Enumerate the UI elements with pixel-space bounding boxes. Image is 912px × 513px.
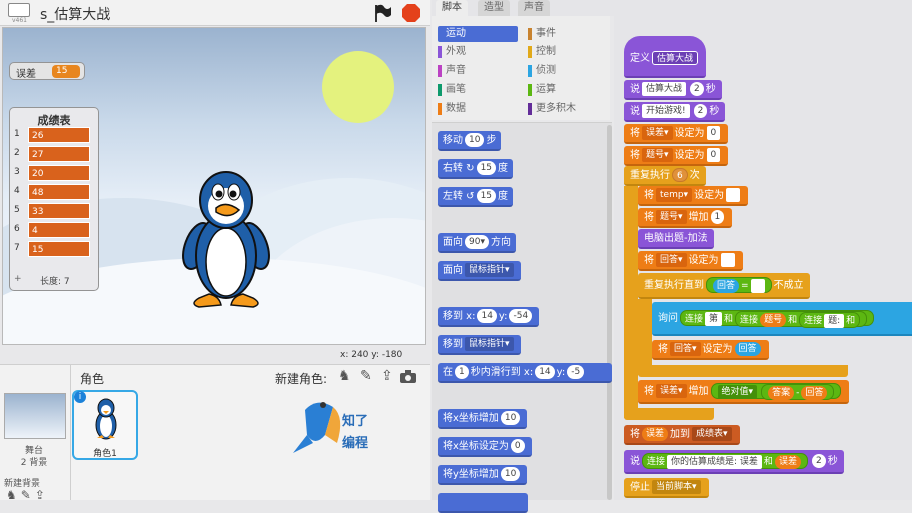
- list-item[interactable]: 48: [28, 184, 90, 200]
- list-index: 1: [14, 129, 20, 139]
- new-sprite-label: 新建角色:: [275, 372, 328, 386]
- list-item[interactable]: 4: [28, 222, 90, 238]
- block-set-variable[interactable]: 将误差▾ 设定为 0: [624, 124, 729, 144]
- block-change-y[interactable]: 将y坐标增加 10: [438, 465, 528, 485]
- list-index: 2: [14, 148, 20, 158]
- stage-thumbnail[interactable]: [4, 393, 66, 439]
- choose-sprite-icon[interactable]: ♞: [338, 368, 351, 384]
- list-index: 6: [14, 224, 20, 234]
- category-control[interactable]: 控制: [528, 44, 598, 60]
- block-point-direction[interactable]: 面向 90▾ 方向: [438, 233, 516, 253]
- block-change-variable[interactable]: 将题号▾ 增加 1: [638, 208, 733, 228]
- list-add-button[interactable]: +: [14, 274, 22, 284]
- block-set-variable[interactable]: 将回答▾ 设定为: [638, 251, 743, 271]
- tab-costumes[interactable]: 造型: [478, 0, 510, 16]
- block-glide[interactable]: 在 1 秒内滑行到 x: 14 y: -5: [438, 363, 612, 383]
- category-data[interactable]: 数据: [438, 101, 518, 117]
- variable-monitor-error[interactable]: 误差 15: [9, 62, 85, 80]
- block-set-variable[interactable]: 将题号▾ 设定为 0: [624, 146, 729, 166]
- block-change-x[interactable]: 将x坐标增加 10: [438, 409, 528, 429]
- upload-sprite-icon[interactable]: ⇪: [381, 368, 393, 384]
- category-panel: 运动 事件 外观 控制 声音 侦测 画笔 运算 数据 更多积木: [432, 16, 610, 120]
- backdrop-count: 2 背景: [20, 458, 48, 468]
- category-events[interactable]: 事件: [528, 26, 598, 42]
- block-set-variable[interactable]: 将 temp▾ 设定为: [638, 186, 749, 206]
- block-repeat-until[interactable]: 重复执行直到 回答 = 不成立: [638, 273, 810, 299]
- list-item[interactable]: 33: [28, 203, 90, 219]
- logo-text: 知了: [342, 414, 369, 429]
- camera-icon[interactable]: [399, 370, 417, 384]
- block-goto[interactable]: 移到 鼠标指针▾: [438, 335, 521, 355]
- repeat-foot: [624, 408, 714, 420]
- list-index: 4: [14, 186, 20, 196]
- repeat-arm: [624, 186, 638, 418]
- fullscreen-icon[interactable]: [8, 3, 30, 17]
- block-custom-call[interactable]: 电脑出题-加法: [638, 229, 714, 249]
- repeat-until-foot: [638, 365, 848, 377]
- stage-canvas[interactable]: 误差 15 成绩表 1 26 2 27 3 20 4 48 5 33 6 4 7…: [2, 27, 426, 345]
- category-looks[interactable]: 外观: [438, 44, 518, 60]
- block-set-variable[interactable]: 将回答▾ 设定为 回答: [652, 340, 769, 360]
- list-title: 成绩表: [37, 114, 71, 127]
- stop-icon[interactable]: [401, 3, 421, 23]
- block-say-secs[interactable]: 说估算大战 2 秒: [624, 80, 722, 100]
- block-define[interactable]: 定义 估算大战: [624, 36, 707, 78]
- list-index: 7: [14, 243, 20, 253]
- list-item[interactable]: 20: [28, 165, 90, 181]
- repeat-until-arm: [638, 299, 652, 375]
- green-flag-icon[interactable]: [372, 3, 392, 23]
- logo-text: 编程: [342, 436, 369, 451]
- monitor-value: 15: [52, 65, 80, 78]
- list-length: 长度: 7: [40, 277, 70, 287]
- block-say-secs[interactable]: 说开始游戏! 2 秒: [624, 102, 726, 122]
- list-item[interactable]: 27: [28, 146, 90, 162]
- penguin-sprite[interactable]: [181, 164, 271, 310]
- block-goto-xy[interactable]: 移到 x: 14 y: -54: [438, 307, 540, 327]
- list-item[interactable]: 15: [28, 241, 90, 257]
- sprite-name: 角色1: [93, 449, 117, 459]
- block-move-steps[interactable]: 移动 10 步: [438, 131, 502, 151]
- list-index: 5: [14, 205, 20, 215]
- block-say-secs[interactable]: 说连接 你的估算成绩是: 误差和误差 2 秒: [624, 450, 844, 474]
- category-sound[interactable]: 声音: [438, 63, 518, 79]
- penguin-thumbnail: [95, 398, 117, 440]
- sun: [322, 51, 394, 123]
- block-add-to-list[interactable]: 将误差 加到 成绩表▾: [624, 425, 740, 445]
- list-monitor-scores[interactable]: 成绩表 1 26 2 27 3 20 4 48 5 33 6 4 7 15 + …: [9, 107, 99, 291]
- sprites-header: 角色: [80, 372, 105, 386]
- category-more-blocks[interactable]: 更多积木: [528, 101, 598, 117]
- version-label: v461: [12, 17, 28, 24]
- sprite-info-icon[interactable]: i: [74, 391, 86, 403]
- list-item[interactable]: 26: [28, 127, 90, 143]
- block-repeat[interactable]: 重复执行 6 次: [624, 166, 706, 186]
- block-point-towards[interactable]: 面向 鼠标指针▾: [438, 261, 521, 281]
- list-index: 3: [14, 167, 20, 177]
- category-motion[interactable]: 运动: [438, 26, 518, 42]
- monitor-label: 误差: [16, 69, 36, 80]
- block-stop[interactable]: 停止 当前脚本▾: [624, 478, 709, 498]
- category-sensing[interactable]: 侦测: [528, 63, 598, 79]
- block-set-x[interactable]: 将x坐标设定为 0: [438, 437, 532, 457]
- tab-scripts[interactable]: 脚本: [436, 0, 468, 16]
- tab-sounds[interactable]: 声音: [518, 0, 550, 16]
- mouse-coordinates: x: 240 y: -180: [340, 350, 403, 360]
- block-ask[interactable]: 询问 连接第和连接 题号和连接 题: 和: [652, 302, 912, 336]
- divider: [70, 364, 71, 500]
- block-partial[interactable]: [438, 493, 528, 513]
- cicada-logo: [293, 402, 341, 453]
- block-turn-left[interactable]: 左转 ↺ 15 度: [438, 187, 514, 207]
- category-pen[interactable]: 画笔: [438, 82, 518, 98]
- category-operators[interactable]: 运算: [528, 82, 598, 98]
- palette-scrollbar[interactable]: [607, 125, 612, 500]
- block-change-variable[interactable]: 将误差▾ 增加 绝对值▾ 答案 - 回答: [638, 380, 850, 404]
- block-turn-right[interactable]: 右转 ↻ 15 度: [438, 159, 514, 179]
- project-title[interactable]: s_估算大战: [40, 4, 340, 24]
- paint-sprite-icon[interactable]: ✎: [360, 368, 372, 384]
